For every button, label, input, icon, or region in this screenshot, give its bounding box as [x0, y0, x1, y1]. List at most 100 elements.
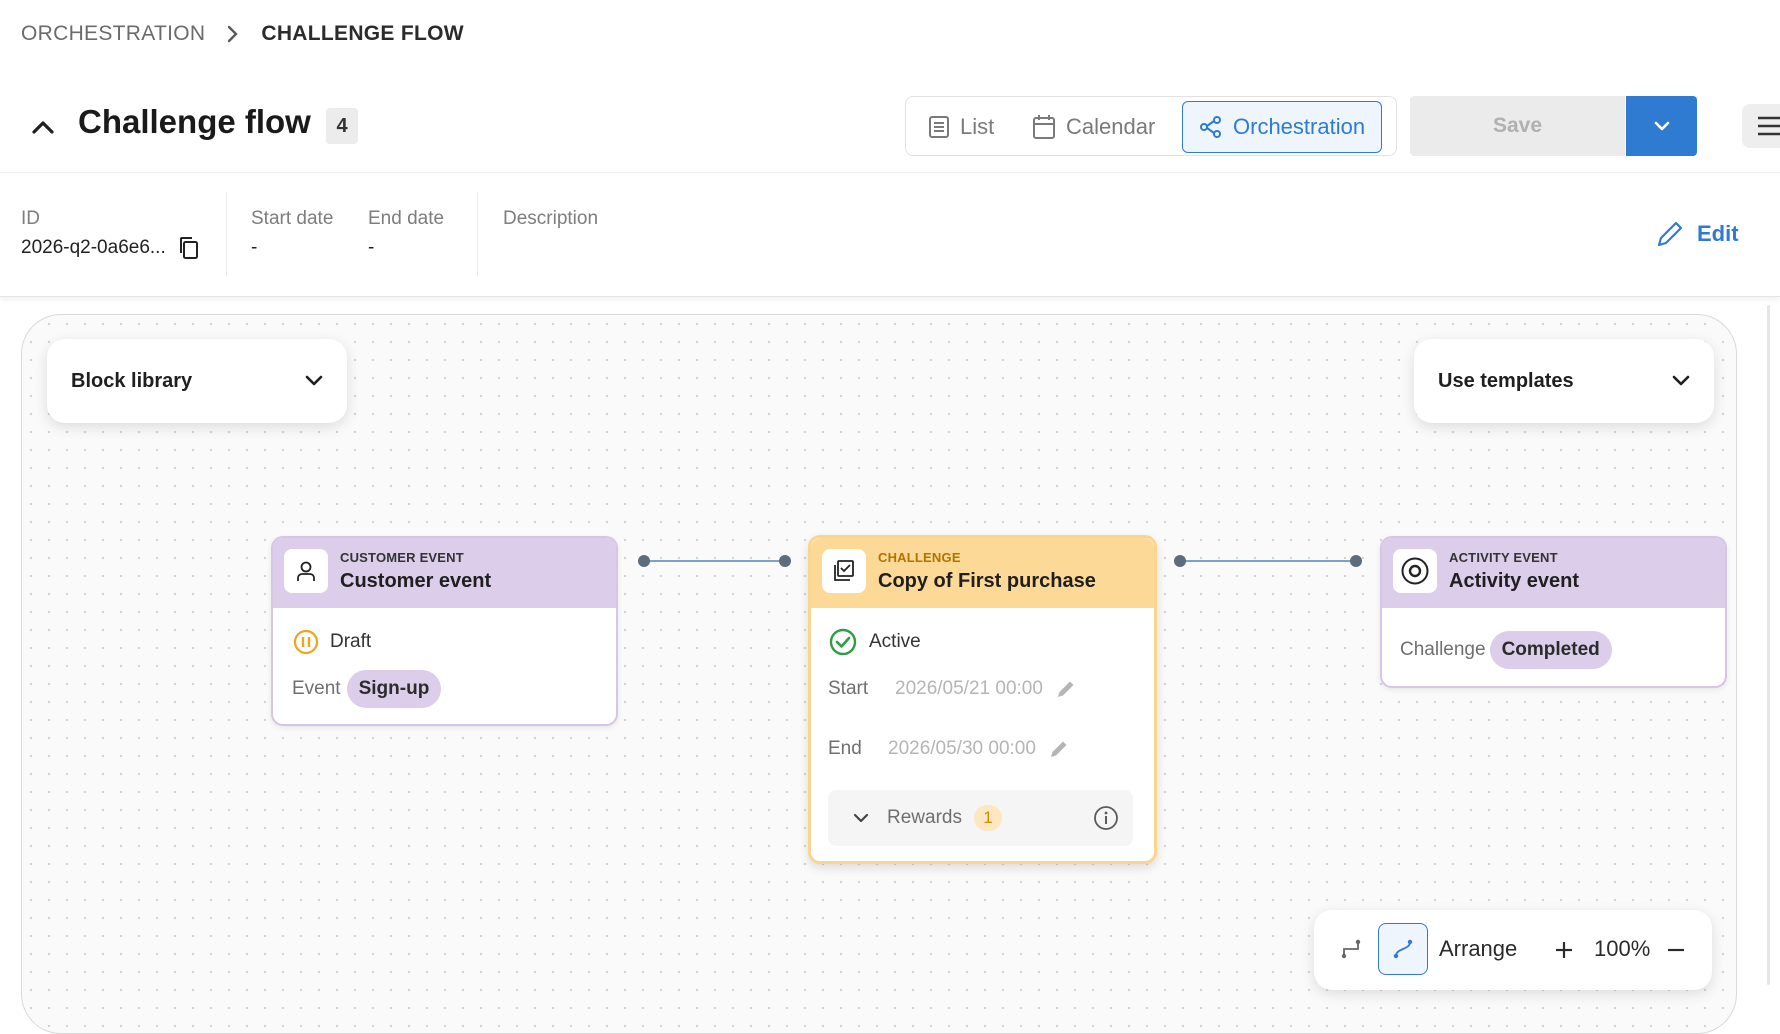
info-strip: [0, 172, 1780, 297]
orchestration-icon: [1199, 115, 1223, 139]
end-value: 2026/05/30 00:00: [888, 738, 1036, 759]
view-switch: List Calendar Orchestration: [905, 96, 1397, 156]
node-kind-label: ACTIVITY EVENT: [1449, 550, 1558, 565]
start-date-value: -: [251, 237, 258, 258]
edit-button[interactable]: Edit: [1655, 219, 1739, 249]
field-label: Event: [292, 678, 341, 699]
chevron-down-icon: [1653, 120, 1671, 132]
page-scrollbar[interactable]: [1767, 305, 1770, 985]
node-header: ACTIVITY EVENT Activity event: [1382, 538, 1725, 608]
start-date-label: Start date: [251, 208, 334, 229]
customer-event-node[interactable]: CUSTOMER EVENT Customer event Draft Even…: [271, 536, 618, 726]
info-icon[interactable]: [1093, 805, 1119, 831]
menu-button[interactable]: [1742, 104, 1780, 148]
pause-circle-icon: [293, 629, 319, 655]
rewards-count-badge: 1: [973, 805, 1002, 831]
curve-connector-button[interactable]: [1378, 923, 1428, 975]
view-calendar-button[interactable]: Calendar: [1032, 101, 1155, 153]
status-label: Draft: [330, 631, 372, 652]
id-label: ID: [21, 208, 40, 229]
start-label: Start: [828, 678, 869, 699]
view-orchestration-button[interactable]: Orchestration: [1182, 101, 1383, 153]
event-pill: Sign-up: [346, 670, 442, 708]
page-title: Challenge flow: [78, 103, 311, 140]
node-name: Copy of First purchase: [878, 570, 1096, 592]
challenge-node[interactable]: CHALLENGE Copy of First purchase Active …: [808, 535, 1157, 864]
node-name: Customer event: [340, 570, 492, 592]
block-library-label: Block library: [71, 369, 193, 392]
connector-handle[interactable]: [638, 555, 650, 567]
zoom-out-icon[interactable]: [1666, 940, 1686, 960]
view-calendar-label: Calendar: [1066, 114, 1156, 139]
collapse-button[interactable]: [26, 110, 60, 144]
copy-icon[interactable]: [178, 236, 200, 260]
node-status: Draft: [293, 629, 371, 655]
save-button[interactable]: Save: [1410, 96, 1625, 156]
canvas-toolbar: Arrange 100%: [1314, 910, 1712, 990]
step-connector-button[interactable]: [1326, 923, 1376, 975]
zoom-in-icon[interactable]: [1554, 940, 1574, 960]
breadcrumb-current: CHALLENGE FLOW: [261, 22, 464, 45]
node-kind-label: CHALLENGE: [878, 550, 961, 565]
pencil-icon[interactable]: [1056, 679, 1076, 699]
rewards-section[interactable]: Rewards 1: [828, 790, 1133, 846]
block-library-dropdown[interactable]: Block library: [47, 339, 347, 423]
node-field: Challenge Completed: [1400, 631, 1612, 669]
check-circle-icon: [829, 628, 857, 656]
node-field: Event Sign-up: [292, 670, 442, 708]
info-divider: [226, 192, 227, 276]
chevron-up-icon: [31, 119, 55, 135]
curve-line-icon: [1392, 938, 1414, 960]
end-date-label: End date: [368, 208, 445, 229]
rewards-label: Rewards: [887, 807, 962, 828]
view-list-label: List: [960, 114, 995, 139]
end-row: End 2026/05/30 00:00: [828, 738, 1069, 760]
view-orchestration-label: Orchestration: [1233, 114, 1366, 139]
connector-line: [1180, 560, 1356, 562]
view-list-button[interactable]: List: [928, 101, 994, 153]
person-icon: [284, 549, 328, 593]
breadcrumb: ORCHESTRATION CHALLENGE FLOW: [21, 20, 464, 48]
pencil-icon: [1655, 219, 1685, 249]
connector-line: [644, 560, 786, 562]
save-options-button[interactable]: [1626, 96, 1697, 156]
zoom-level: 100%: [1594, 936, 1651, 961]
list-icon: [928, 115, 950, 139]
hamburger-icon: [1756, 115, 1780, 137]
pencil-icon[interactable]: [1049, 739, 1069, 759]
chevron-down-icon: [853, 812, 869, 824]
target-icon: [1393, 549, 1437, 593]
status-label: Active: [869, 631, 921, 652]
checklist-icon: [822, 549, 866, 593]
edit-label: Edit: [1697, 221, 1739, 246]
info-divider: [477, 192, 478, 276]
field-label: Challenge: [1400, 639, 1486, 660]
node-status: Active: [829, 628, 921, 656]
connector-handle[interactable]: [1174, 555, 1186, 567]
connector-handle[interactable]: [779, 555, 791, 567]
arrange-button[interactable]: Arrange: [1439, 936, 1517, 962]
end-label: End: [828, 738, 862, 759]
start-row: Start 2026/05/21 00:00: [828, 678, 1076, 700]
node-header: CHALLENGE Copy of First purchase: [811, 538, 1154, 608]
chevron-down-icon: [1672, 375, 1690, 387]
id-value: 2026-q2-0a6e6...: [21, 237, 166, 258]
use-templates-dropdown[interactable]: Use templates: [1414, 339, 1714, 423]
count-badge: 4: [326, 108, 358, 144]
step-line-icon: [1340, 938, 1362, 960]
calendar-icon: [1032, 114, 1056, 140]
start-value: 2026/05/21 00:00: [895, 678, 1043, 699]
use-templates-label: Use templates: [1438, 369, 1574, 392]
chevron-down-icon: [305, 375, 323, 387]
node-kind-label: CUSTOMER EVENT: [340, 550, 464, 565]
node-name: Activity event: [1449, 570, 1580, 592]
chevron-right-icon: [227, 25, 239, 43]
breadcrumb-orchestration-link[interactable]: ORCHESTRATION: [21, 22, 205, 46]
connector-handle[interactable]: [1350, 555, 1362, 567]
description-label: Description: [503, 208, 599, 229]
activity-event-node[interactable]: ACTIVITY EVENT Activity event Challenge …: [1380, 536, 1727, 688]
end-date-value: -: [368, 237, 375, 258]
challenge-status-pill: Completed: [1489, 631, 1612, 669]
node-header: CUSTOMER EVENT Customer event: [273, 538, 616, 608]
rewards-header: Rewards 1: [853, 805, 1002, 831]
